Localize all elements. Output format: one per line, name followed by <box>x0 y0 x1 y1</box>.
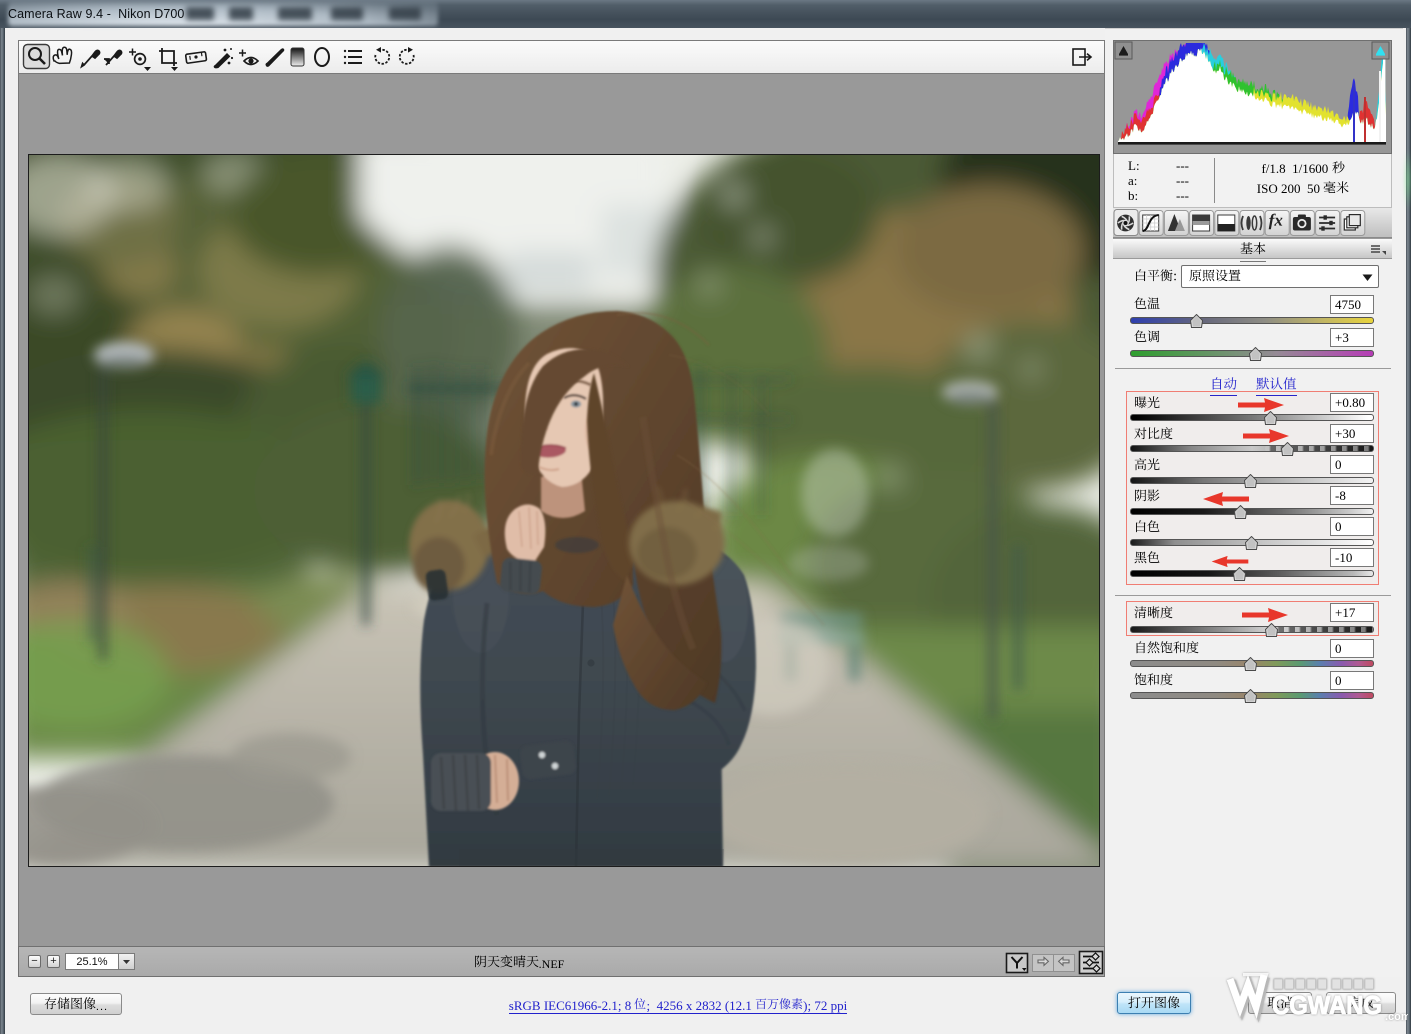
svg-text:.com: .com <box>1385 1011 1408 1023</box>
svg-text:CGWANG: CGWANG <box>1272 990 1382 1020</box>
